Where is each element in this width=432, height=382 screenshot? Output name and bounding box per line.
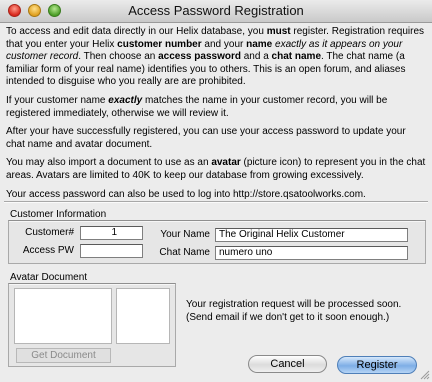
customer-number-field[interactable]: 1 xyxy=(80,226,143,240)
get-document-button[interactable]: Get Document xyxy=(16,348,111,363)
window-title: Access Password Registration xyxy=(128,3,304,18)
status-message: Your registration request will be proces… xyxy=(186,298,426,324)
chat-name-label: Chat Name xyxy=(159,247,210,258)
intro-paragraph-4: You may also import a document to use as… xyxy=(6,157,426,181)
status-line-2: (Send email if we don't get to it soon e… xyxy=(186,312,390,323)
cancel-button[interactable]: Cancel xyxy=(248,355,327,373)
customer-info-heading: Customer Information xyxy=(10,209,107,220)
registration-window: Access Password Registration To access a… xyxy=(0,0,432,382)
intro-paragraph-3: After your have successfully registered,… xyxy=(6,126,406,150)
customer-number-label: Customer# xyxy=(25,227,74,238)
your-name-label: Your Name xyxy=(160,229,210,240)
intro-paragraph-1: To access and edit data directly in our … xyxy=(6,26,425,88)
access-pw-label: Access PW xyxy=(22,245,74,256)
intro-paragraph-2: If your customer name exactly matches th… xyxy=(6,94,388,119)
title-bar[interactable]: Access Password Registration xyxy=(0,0,432,23)
section-divider xyxy=(4,201,428,203)
intro-text: To access and edit data directly in our … xyxy=(6,26,426,207)
your-name-field[interactable]: The Original Helix Customer xyxy=(215,228,408,242)
access-pw-field[interactable] xyxy=(80,244,143,258)
status-line-1: Your registration request will be proces… xyxy=(186,299,402,310)
avatar-preview-well xyxy=(116,288,170,344)
register-button[interactable]: Register xyxy=(337,356,417,374)
avatar-heading: Avatar Document xyxy=(10,272,88,283)
avatar-image-well[interactable] xyxy=(14,288,112,344)
chat-name-field[interactable]: numero uno xyxy=(215,246,408,260)
resize-grip-icon[interactable] xyxy=(419,369,430,380)
intro-paragraph-5: Your access password can also be used to… xyxy=(6,188,366,200)
